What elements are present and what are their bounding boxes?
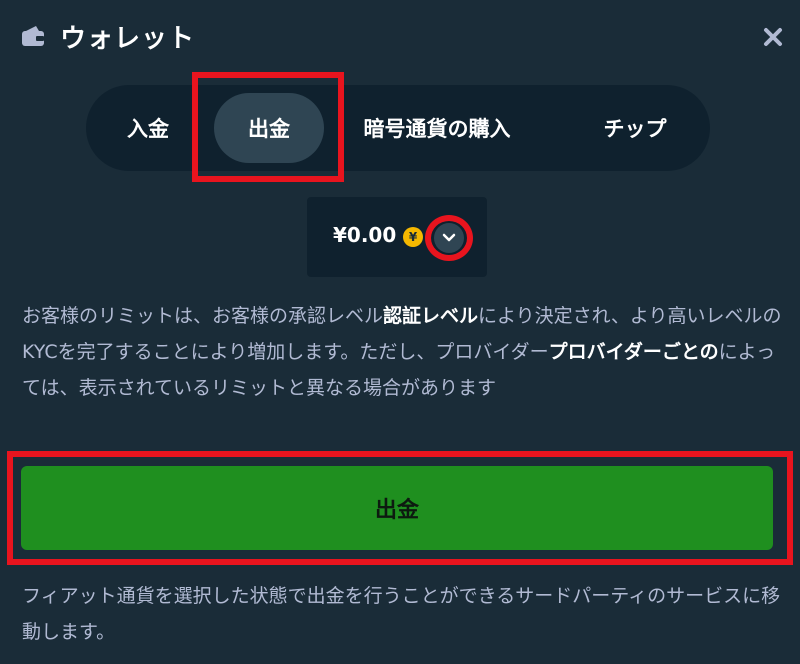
chevron-bg: [434, 223, 464, 253]
balance-amount: ¥0.00: [333, 223, 397, 247]
modal-title: ウォレット: [60, 23, 196, 54]
close-icon[interactable]: [760, 24, 786, 50]
info-bold-per-provider: プロバイダーごとの: [548, 341, 719, 363]
balance-selector: ¥0.00 ¥: [307, 197, 487, 277]
currency-dropdown-button[interactable]: [425, 215, 473, 261]
tab-withdraw[interactable]: 出金: [214, 93, 324, 163]
wallet-tabs: 入金 出金 暗号通貨の購入 チップ: [86, 85, 710, 171]
wallet-icon: [22, 26, 44, 46]
wallet-modal: ウォレット 入金 出金 暗号通貨の購入 チップ ¥0.00 ¥ お客様のリミット…: [0, 0, 800, 664]
limit-info-text: お客様のリミットは、お客様の承認レベル認証レベルにより決定され、より高いレベルの…: [22, 298, 782, 406]
third-party-notice: フィアット通貨を選択した状態で出金を行うことができるサードパーティのサービスに移…: [22, 585, 781, 643]
chevron-down-icon: [442, 233, 456, 242]
yen-coin-icon: ¥: [403, 227, 423, 247]
info-bold-verification-level: 認証レベル: [383, 305, 479, 327]
withdraw-button[interactable]: 出金: [21, 466, 773, 550]
info-part-1: お客様のリミットは、お客様の承認レベル: [22, 305, 384, 327]
tab-buy-crypto[interactable]: 暗号通貨の購入: [332, 93, 542, 163]
modal-header: ウォレット: [20, 14, 195, 58]
tab-tip[interactable]: チップ: [580, 93, 690, 163]
tab-deposit[interactable]: 入金: [108, 93, 188, 163]
